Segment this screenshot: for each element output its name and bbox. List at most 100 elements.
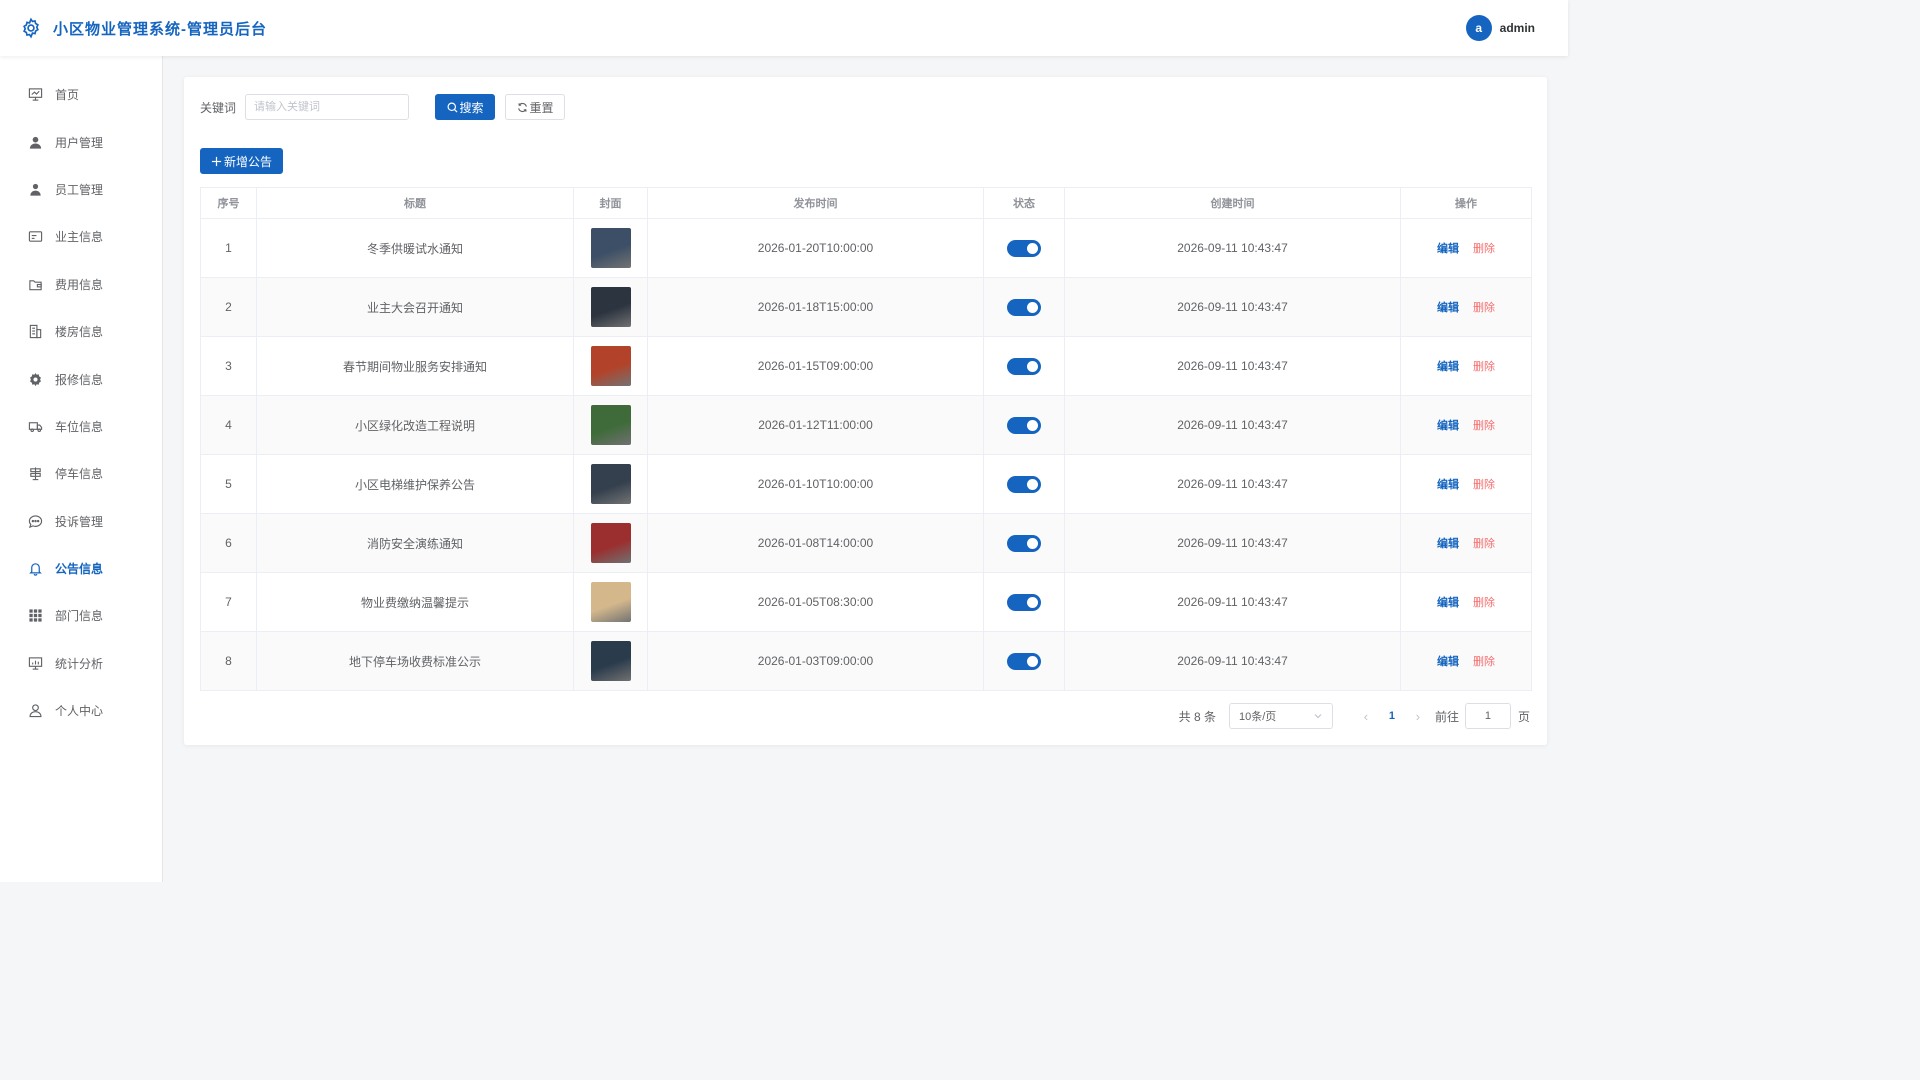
switch-knob: [1027, 301, 1038, 313]
sidebar-item-buildings[interactable]: 楼房信息: [0, 308, 162, 355]
wallet-icon: [29, 279, 42, 290]
cell-actions: 编辑 删除: [1400, 277, 1532, 337]
cell-index: 5: [200, 454, 257, 514]
sidebar-item-statistics[interactable]: 统计分析: [0, 640, 162, 687]
cell-created-time: 2026-09-11 10:43:47: [1064, 395, 1401, 455]
cell-index: 2: [200, 277, 257, 337]
sidebar-item-repairs[interactable]: 报修信息: [0, 355, 162, 402]
sidebar-item-parking[interactable]: 停车信息: [0, 450, 162, 497]
sidebar-item-fees[interactable]: 费用信息: [0, 261, 162, 308]
cell-actions: 编辑 删除: [1400, 631, 1532, 691]
status-switch[interactable]: [1007, 593, 1041, 611]
delete-button[interactable]: 删除: [1473, 420, 1495, 432]
sidebar-item-owners[interactable]: 业主信息: [0, 213, 162, 260]
add-announcement-button[interactable]: 新增公告: [200, 148, 283, 174]
sidebar-item-home[interactable]: 首页: [0, 71, 162, 118]
cell-created-time: 2026-09-11 10:43:47: [1064, 631, 1401, 691]
dashboard-icon: [28, 88, 43, 101]
switch-knob: [1027, 478, 1038, 490]
cell-index: 8: [200, 631, 257, 691]
cover-image[interactable]: [590, 287, 631, 327]
cover-image[interactable]: [590, 464, 631, 504]
user-menu[interactable]: a admin: [1465, 15, 1535, 41]
cell-status: [983, 277, 1065, 337]
sidebar-item-label: 报修信息: [55, 372, 104, 387]
prev-page-button[interactable]: ‹: [1353, 709, 1379, 724]
delete-button[interactable]: 删除: [1473, 597, 1495, 609]
parking-sign-icon: [30, 467, 41, 481]
brand: 小区物业管理系统-管理员后台: [20, 17, 267, 39]
table-row: 4 小区绿化改造工程说明 2026-01-12T11:00:00 2026-09-11…: [200, 395, 1532, 455]
edit-button[interactable]: 编辑: [1437, 597, 1459, 609]
cell-actions: 编辑 删除: [1400, 395, 1532, 455]
username[interactable]: admin: [1500, 21, 1535, 35]
cell-title: 业主大会召开通知: [256, 277, 574, 337]
cover-image[interactable]: [590, 641, 631, 681]
sidebar-item-announcements[interactable]: 公告信息: [0, 545, 162, 592]
edit-button[interactable]: 编辑: [1437, 479, 1459, 491]
edit-button[interactable]: 编辑: [1437, 302, 1459, 314]
sidebar-item-users[interactable]: 用户管理: [0, 118, 162, 165]
cover-image[interactable]: [590, 346, 631, 386]
content-card: 关键词 搜索 重置 新增公告 序号 标题 封面 发布时间 状态 创建时间 操作: [184, 77, 1547, 745]
cover-image[interactable]: [590, 228, 631, 268]
cell-title: 物业费缴纳温馨提示: [256, 572, 574, 632]
keyword-input[interactable]: [245, 94, 410, 120]
sidebar-item-label: 停车信息: [55, 467, 104, 482]
sidebar-item-parking-spaces[interactable]: 车位信息: [0, 403, 162, 450]
cell-publish-time: 2026-01-03T09:00:00: [647, 631, 984, 691]
switch-knob: [1027, 360, 1038, 372]
sidebar-item-complaints[interactable]: 投诉管理: [0, 498, 162, 545]
status-switch[interactable]: [1007, 239, 1041, 257]
cell-publish-time: 2026-01-18T15:00:00: [647, 277, 984, 337]
chevron-down-icon: [1314, 714, 1322, 719]
delete-button[interactable]: 删除: [1473, 538, 1495, 550]
delete-button[interactable]: 删除: [1473, 656, 1495, 668]
cell-cover: [573, 454, 648, 514]
edit-button[interactable]: 编辑: [1437, 538, 1459, 550]
switch-knob: [1027, 242, 1038, 254]
switch-knob: [1027, 537, 1038, 549]
delete-button[interactable]: 删除: [1473, 302, 1495, 314]
cover-image[interactable]: [590, 523, 631, 563]
delete-button[interactable]: 删除: [1473, 243, 1495, 255]
cell-cover: [573, 277, 648, 337]
reset-button[interactable]: 重置: [505, 94, 566, 120]
table-row: 7 物业费缴纳温馨提示 2026-01-05T08:30:00 2026-09-11 …: [200, 572, 1532, 632]
delete-button[interactable]: 删除: [1473, 479, 1495, 491]
cover-image[interactable]: [590, 582, 631, 622]
cell-created-time: 2026-09-11 10:43:47: [1064, 513, 1401, 573]
status-switch[interactable]: [1007, 298, 1041, 316]
status-switch[interactable]: [1007, 652, 1041, 670]
edit-button[interactable]: 编辑: [1437, 243, 1459, 255]
edit-button[interactable]: 编辑: [1437, 420, 1459, 432]
cell-index: 6: [200, 513, 257, 573]
page-size-select[interactable]: 10条/页: [1228, 703, 1333, 729]
cell-cover: [573, 572, 648, 632]
delete-button[interactable]: 删除: [1473, 361, 1495, 373]
edit-button[interactable]: 编辑: [1437, 656, 1459, 668]
sidebar-item-profile[interactable]: 个人中心: [0, 687, 162, 734]
pagination: 共 8 条 10条/页 ‹ 1 › 前往 页: [1179, 703, 1530, 729]
table-row: 6 消防安全演练通知 2026-01-08T14:00:00 2026-09-11 1…: [200, 513, 1532, 573]
edit-button[interactable]: 编辑: [1437, 361, 1459, 373]
page-number-current[interactable]: 1: [1379, 710, 1405, 722]
status-switch[interactable]: [1007, 416, 1041, 434]
total-count: 共 8 条: [1178, 709, 1216, 724]
status-switch[interactable]: [1007, 357, 1041, 375]
cell-cover: [573, 336, 648, 396]
search-button[interactable]: 搜索: [435, 94, 496, 120]
avatar[interactable]: a: [1465, 15, 1492, 41]
cell-status: [983, 218, 1065, 278]
status-switch[interactable]: [1007, 534, 1041, 552]
status-switch[interactable]: [1007, 475, 1041, 493]
sidebar-item-departments[interactable]: 部门信息: [0, 592, 162, 639]
cell-index: 3: [200, 336, 257, 396]
next-page-button[interactable]: ›: [1405, 709, 1431, 724]
cell-title: 冬季供暖试水通知: [256, 218, 574, 278]
sidebar-item-staff[interactable]: 员工管理: [0, 166, 162, 213]
cover-image[interactable]: [590, 405, 631, 445]
table-row: 8 地下停车场收费标准公示 2026-01-03T09:00:00 2026-09-1…: [200, 631, 1532, 691]
cell-cover: [573, 631, 648, 691]
goto-page-input[interactable]: [1464, 703, 1511, 729]
